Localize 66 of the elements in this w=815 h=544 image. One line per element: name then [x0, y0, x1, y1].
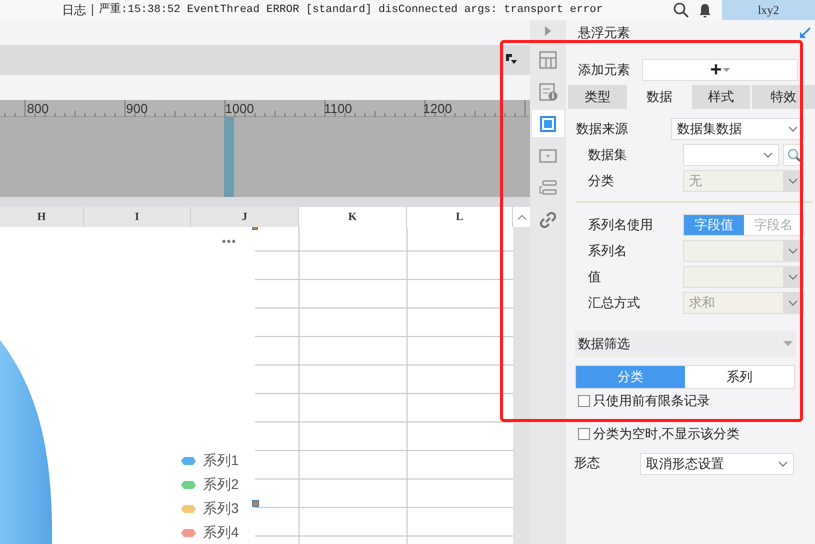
chevron-down-icon: [788, 274, 798, 280]
field-label: 分类: [587, 172, 615, 190]
frame-icon: [538, 114, 558, 134]
dropdown-field[interactable]: [683, 240, 804, 262]
ruler-label: 1100: [324, 100, 352, 117]
sidebar-tab[interactable]: [532, 110, 564, 137]
caret-icon: [783, 341, 793, 347]
more-icon[interactable]: •••: [222, 234, 237, 250]
stack-icon: [538, 178, 558, 198]
log-message: 严重:15:38:52 EventThread ERROR [standard] disConnected args: transport error: [99, 2, 603, 18]
field-label: 添加元素: [578, 61, 631, 80]
chevron-down-icon: [788, 300, 798, 306]
checkbox[interactable]: [578, 395, 590, 407]
ruler-label: 1200: [423, 100, 452, 117]
legend-label[interactable]: 系列1: [203, 450, 239, 471]
ruler-label: 1000: [225, 100, 254, 117]
dropdown-field[interactable]: 取消形态设置: [640, 453, 794, 475]
checkbox-label[interactable]: 分类为空时,不显示该分类: [593, 424, 740, 444]
resize-handle[interactable]: [252, 500, 259, 507]
column-header[interactable]: J: [191, 207, 299, 227]
chevron-down-icon: [788, 178, 798, 184]
caret-icon: [722, 68, 730, 72]
collapse-arrow-icon[interactable]: [799, 26, 811, 38]
add-element-button[interactable]: +: [642, 59, 798, 81]
column-header[interactable]: I: [84, 207, 191, 227]
chevron-down-icon: [788, 126, 798, 132]
chevron-down-icon: [788, 248, 798, 254]
column-header[interactable]: L: [407, 207, 513, 227]
column-header[interactable]: K: [299, 207, 407, 227]
dropdown-field[interactable]: [683, 144, 779, 166]
dropdown-field[interactable]: 数据集数据: [671, 118, 804, 140]
search-icon: [786, 148, 800, 162]
panel-tab[interactable]: 样式: [692, 85, 750, 109]
field-label: 数据集: [587, 146, 628, 164]
link-icon: [538, 210, 558, 230]
field-label: 数据来源: [576, 120, 629, 138]
field-label: 形态: [574, 454, 601, 472]
bell-icon[interactable]: [698, 2, 712, 18]
log-label: 日志: [62, 2, 86, 19]
dropdown-field[interactable]: [683, 266, 804, 288]
ruler-label: 900: [126, 100, 148, 117]
chevron-down-icon: [763, 152, 773, 158]
legend-label[interactable]: 系列3: [203, 498, 239, 519]
column-header[interactable]: H: [0, 207, 84, 227]
field-label: 汇总方式: [587, 294, 641, 312]
user-name[interactable]: lxy2: [722, 0, 815, 20]
expand-arrow-icon[interactable]: [544, 26, 552, 36]
section-title: 数据筛选: [578, 335, 630, 354]
panel-tab[interactable]: 特效: [752, 85, 815, 109]
legend-label[interactable]: 系列4: [203, 522, 239, 543]
legend-label[interactable]: 系列2: [203, 474, 239, 495]
ruler-label: 800: [27, 100, 49, 117]
field-label: 系列名: [587, 242, 628, 260]
layout-icon: [538, 50, 558, 70]
pin-icon[interactable]: [505, 53, 518, 66]
chevron-up-icon: [516, 214, 526, 220]
filter-header[interactable]: 数据筛选: [575, 331, 796, 357]
search-icon[interactable]: [673, 2, 689, 18]
info-icon: [538, 82, 558, 102]
checkbox[interactable]: [578, 428, 590, 440]
panel-tab[interactable]: 类型: [568, 85, 627, 109]
field-label: 系列名使用: [587, 216, 654, 234]
chevron-down-icon: [778, 461, 788, 467]
checkbox-label[interactable]: 只使用前有限条记录: [593, 391, 710, 411]
field-label: 值: [587, 268, 602, 286]
panel-title: 悬浮元素: [578, 24, 630, 42]
